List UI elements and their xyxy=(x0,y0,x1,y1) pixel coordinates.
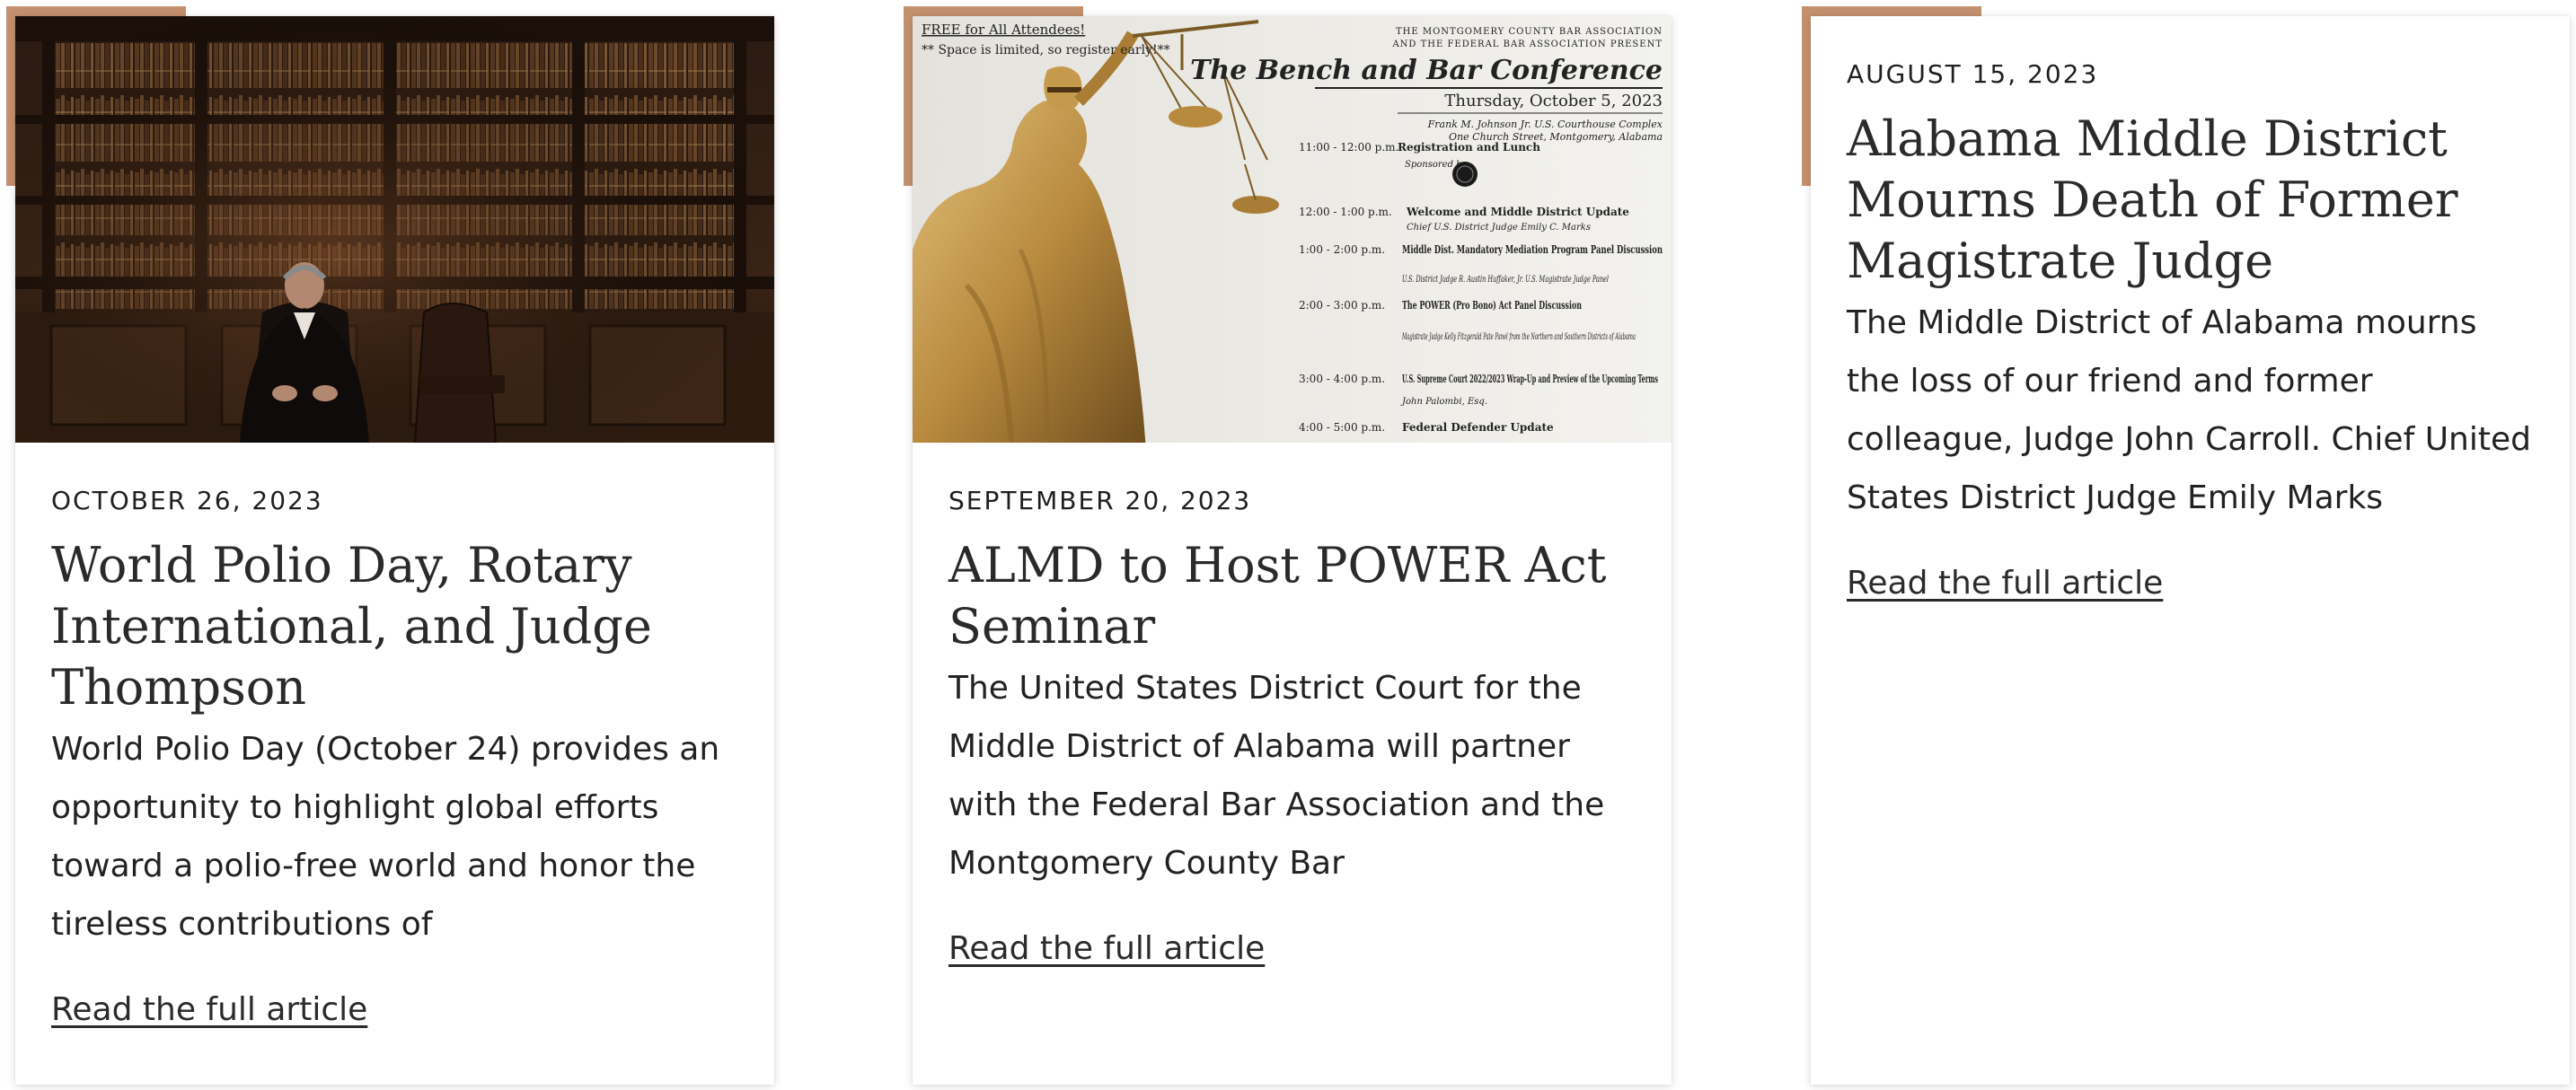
flyer-schedule-event: The POWER (Pro Bono) Act Panel Discussio… xyxy=(1402,299,1582,312)
read-full-article-link[interactable]: Read the full article xyxy=(948,927,1265,971)
news-card-grid: OCTOBER 26, 2023 World Polio Day, Rotary… xyxy=(0,0,2576,1090)
article-title[interactable]: World Polio Day, Rotary International, a… xyxy=(51,535,738,718)
flyer-schedule-time: 3:00 - 4:00 p.m. xyxy=(1299,373,1385,385)
flyer-schedule-time: 1:00 - 2:00 p.m. xyxy=(1299,243,1385,256)
flyer-schedule-time: 2:00 - 3:00 p.m. xyxy=(1299,299,1385,312)
flyer-schedule-event: Registration and Lunch xyxy=(1398,141,1540,154)
news-card-magistrate-judge-obituary: AUGUST 15, 2023 Alabama Middle District … xyxy=(1811,16,2570,1085)
flyer-space-line: ** Space is limited, so register early!*… xyxy=(922,43,1170,57)
read-full-article-link[interactable]: Read the full article xyxy=(1847,561,2163,606)
flyer-schedule-event: Welcome and Middle District Update xyxy=(1406,206,1629,218)
flyer-schedule-time: 11:00 - 12:00 p.m. xyxy=(1299,141,1398,154)
flyer-venue-line: Frank M. Johnson Jr. U.S. Courthouse Com… xyxy=(1427,119,1663,130)
article-date: AUGUST 15, 2023 xyxy=(1847,59,2099,89)
flyer-date: Thursday, October 5, 2023 xyxy=(1444,92,1663,110)
article-excerpt: The United States District Court for the… xyxy=(948,670,1605,882)
flyer-title: The Bench and Bar Conference xyxy=(1190,55,1663,86)
flyer-schedule-event: Middle Dist. Mandatory Mediation Program… xyxy=(1402,243,1663,256)
article-title[interactable]: ALMD to Host POWER Act Seminar xyxy=(948,535,1636,657)
card-body: OCTOBER 26, 2023 World Polio Day, Rotary… xyxy=(51,483,738,1033)
flyer-schedule-detail: Chief U.S. District Judge Emily C. Marks xyxy=(1407,223,1591,233)
news-card-world-polio-day: OCTOBER 26, 2023 World Polio Day, Rotary… xyxy=(15,16,774,1085)
flyer-schedule-event: Federal Defender Update xyxy=(1402,421,1554,434)
judge-in-library-photo[interactable] xyxy=(15,16,774,443)
read-full-article-link[interactable]: Read the full article xyxy=(51,988,367,1033)
flyer-presenters-line: THE MONTGOMERY COUNTY BAR ASSOCIATION xyxy=(1396,27,1663,37)
article-excerpt: World Polio Day (October 24) provides an… xyxy=(51,731,720,943)
flyer-schedule-detail: John Palombi, Esq. xyxy=(1400,397,1487,407)
flyer-schedule-time: 12:00 - 1:00 p.m. xyxy=(1299,206,1392,218)
flyer-schedule-event: U.S. Supreme Court 2022/2023 Wrap-Up and… xyxy=(1402,373,1658,385)
flyer-schedule-time: 4:00 - 5:00 p.m. xyxy=(1299,421,1385,434)
article-date: SEPTEMBER 20, 2023 xyxy=(948,486,1252,515)
article-excerpt: The Middle District of Alabama mourns th… xyxy=(1847,304,2531,516)
news-card-power-act-seminar: FREE for All Attendees! ** Space is limi… xyxy=(913,16,1672,1085)
article-title[interactable]: Alabama Middle District Mourns Death of … xyxy=(1847,109,2534,292)
article-date: OCTOBER 26, 2023 xyxy=(51,486,323,515)
card-body: SEPTEMBER 20, 2023 ALMD to Host POWER Ac… xyxy=(948,483,1636,971)
bench-and-bar-conference-flyer[interactable]: FREE for All Attendees! ** Space is limi… xyxy=(913,16,1672,443)
card-body: AUGUST 15, 2023 Alabama Middle District … xyxy=(1847,57,2534,606)
flyer-schedule-detail: Magistrate Judge Kelly Fitzgerald Pate P… xyxy=(1401,332,1636,342)
flyer-schedule-detail: U.S. District Judge R. Austin Huffaker, … xyxy=(1402,275,1609,285)
flyer-free-line: FREE for All Attendees! xyxy=(922,22,1085,38)
flyer-presenters-line: AND THE FEDERAL BAR ASSOCIATION PRESENT xyxy=(1391,40,1663,49)
